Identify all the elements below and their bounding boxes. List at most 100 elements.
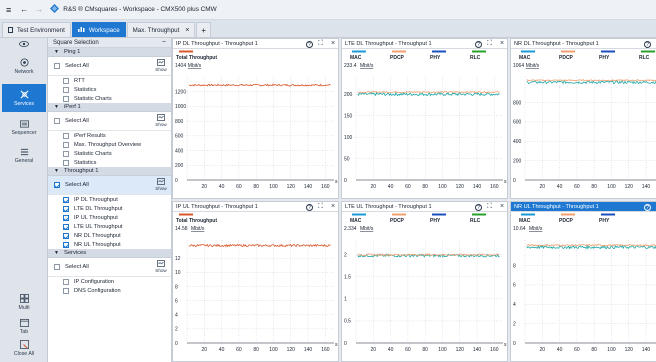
legend-swatch — [472, 50, 486, 53]
section-header[interactable]: ▼ Services — [48, 249, 171, 258]
show-button[interactable]: Show — [154, 59, 168, 72]
nav-sequencer[interactable]: Sequencer — [2, 114, 46, 142]
help-icon[interactable]: ? — [306, 40, 313, 48]
chevron-down-icon[interactable]: ▼ — [54, 250, 59, 256]
list-item[interactable]: RTT — [48, 76, 171, 85]
close-icon[interactable]: × — [331, 203, 335, 211]
item-checkbox[interactable] — [63, 205, 69, 212]
help-icon[interactable]: ? — [644, 203, 651, 211]
list-item[interactable]: iPerf Results — [48, 131, 171, 140]
tab-workspace[interactable]: Workspace — [71, 22, 126, 37]
services-icon — [20, 90, 29, 101]
left-nav: Network Services Sequencer General Multi… — [0, 38, 48, 362]
chart-panel-header[interactable]: LTE UL Throughput - Throughput 1? ⛶ × — [342, 202, 507, 212]
list-item[interactable]: IP Configuration — [48, 277, 171, 286]
chart-panel-header[interactable]: NR UL Throughput - Throughput 1?⛶× — [511, 202, 656, 212]
item-checkbox[interactable] — [63, 77, 69, 84]
item-checkbox[interactable] — [63, 232, 69, 239]
close-icon[interactable]: × — [331, 40, 335, 48]
expand-icon[interactable]: ⛶ — [318, 203, 323, 211]
item-checkbox[interactable] — [63, 223, 69, 230]
expand-icon[interactable]: ⛶ — [487, 40, 492, 48]
tab-max-throughput[interactable]: Max. Throughput × — [126, 22, 196, 37]
close-icon[interactable]: × — [185, 27, 189, 34]
select-all-row[interactable]: Select All Show — [48, 112, 171, 131]
current-value: 2.334 — [344, 226, 357, 232]
y-tick-label: 2 — [344, 253, 347, 259]
tab-label: Test Environment — [17, 26, 65, 34]
expand-icon[interactable]: ⛶ — [487, 203, 492, 211]
nav-services[interactable]: Services — [2, 84, 46, 112]
select-all-checkbox[interactable] — [54, 118, 60, 124]
legend-label: PDCP — [390, 55, 405, 61]
item-checkbox[interactable] — [63, 86, 69, 93]
chart-panel-header[interactable]: IP UL Throughput - Throughput 1? ⛶ × — [173, 202, 338, 212]
select-all-checkbox[interactable] — [54, 182, 60, 188]
add-tab-button[interactable]: + — [196, 22, 212, 37]
list-item[interactable]: NR UL Throughput — [48, 240, 171, 249]
help-icon[interactable]: ? — [475, 40, 482, 48]
list-item[interactable]: NR DL Throughput — [48, 231, 171, 240]
select-all-row[interactable]: Select All Show — [48, 176, 171, 195]
item-checkbox[interactable] — [63, 287, 69, 294]
section-header[interactable]: ▼ iPerf 1 — [48, 103, 171, 112]
nav-network[interactable]: Network — [2, 52, 46, 80]
show-button[interactable]: Show — [154, 114, 168, 127]
section-header[interactable]: ▼ Throughput 1 — [48, 167, 171, 176]
collapse-panel-icon[interactable]: − — [162, 39, 166, 46]
list-item[interactable]: Max. Throughput Overview — [48, 140, 171, 149]
chevron-down-icon[interactable]: ▼ — [54, 49, 59, 55]
list-item[interactable]: IP UL Throughput — [48, 213, 171, 222]
list-item[interactable]: LTE DL Throughput — [48, 204, 171, 213]
select-all-row[interactable]: Select All Show — [48, 57, 171, 76]
x-tick-label: 120 — [456, 347, 465, 353]
item-checkbox[interactable] — [63, 196, 69, 203]
section-name: Ping 1 — [63, 49, 81, 55]
expand-icon[interactable]: ⛶ — [318, 40, 323, 48]
tab-label: Max. Throughput — [132, 26, 180, 34]
select-all-row[interactable]: Select All Show — [48, 258, 171, 277]
close-icon[interactable]: × — [500, 203, 504, 211]
close-icon[interactable]: × — [500, 40, 504, 48]
select-all-checkbox[interactable] — [54, 264, 60, 270]
item-checkbox[interactable] — [63, 150, 69, 157]
help-icon[interactable]: ? — [644, 40, 651, 48]
chevron-down-icon[interactable]: ▼ — [54, 168, 59, 174]
forward-arrow-icon[interactable]: → — [35, 5, 43, 14]
tab-test-environment[interactable]: Test Environment — [2, 22, 71, 37]
help-icon[interactable]: ? — [306, 203, 313, 211]
select-all-checkbox[interactable] — [54, 63, 60, 69]
show-button[interactable]: Show — [154, 178, 168, 191]
item-checkbox[interactable] — [63, 214, 69, 221]
nav-close-all[interactable]: Close All — [2, 334, 46, 362]
list-item[interactable]: Statistic Charts — [48, 94, 171, 103]
list-item[interactable]: DNS Configuration — [48, 286, 171, 295]
back-arrow-icon[interactable]: ← — [20, 5, 28, 14]
x-tick-label: 100 — [269, 347, 278, 353]
chart-panel-header[interactable]: LTE DL Throughput - Throughput 1? ⛶ × — [342, 39, 507, 49]
nav-general[interactable]: General — [2, 142, 46, 170]
item-checkbox[interactable] — [63, 159, 69, 166]
chart-panel-header[interactable]: NR DL Throughput - Throughput 1?⛶× — [511, 39, 656, 49]
list-item[interactable]: IP DL Throughput — [48, 195, 171, 204]
list-item[interactable]: Statistics — [48, 158, 171, 167]
item-checkbox[interactable] — [63, 132, 69, 139]
item-checkbox[interactable] — [63, 141, 69, 148]
section-header[interactable]: ▼ Ping 1 — [48, 48, 171, 57]
nav-eye[interactable] — [2, 38, 46, 52]
help-icon[interactable]: ? — [475, 203, 482, 211]
list-item[interactable]: Statistics — [48, 85, 171, 94]
chevron-down-icon[interactable]: ▼ — [54, 104, 59, 110]
menu-icon[interactable]: ≡ — [6, 5, 11, 15]
chart-panel-header[interactable]: IP DL Throughput - Throughput 1? ⛶ × — [173, 39, 338, 49]
nav-label: Sequencer — [11, 130, 37, 136]
item-checkbox[interactable] — [63, 95, 69, 102]
item-checkbox[interactable] — [63, 241, 69, 248]
series-line — [188, 83, 331, 87]
show-button[interactable]: Show — [154, 260, 168, 273]
legend-swatch — [472, 213, 486, 216]
list-item[interactable]: LTE UL Throughput — [48, 222, 171, 231]
list-item[interactable]: Statistic Charts — [48, 149, 171, 158]
item-checkbox[interactable] — [63, 278, 69, 285]
x-tick-label: 160 — [321, 184, 330, 190]
